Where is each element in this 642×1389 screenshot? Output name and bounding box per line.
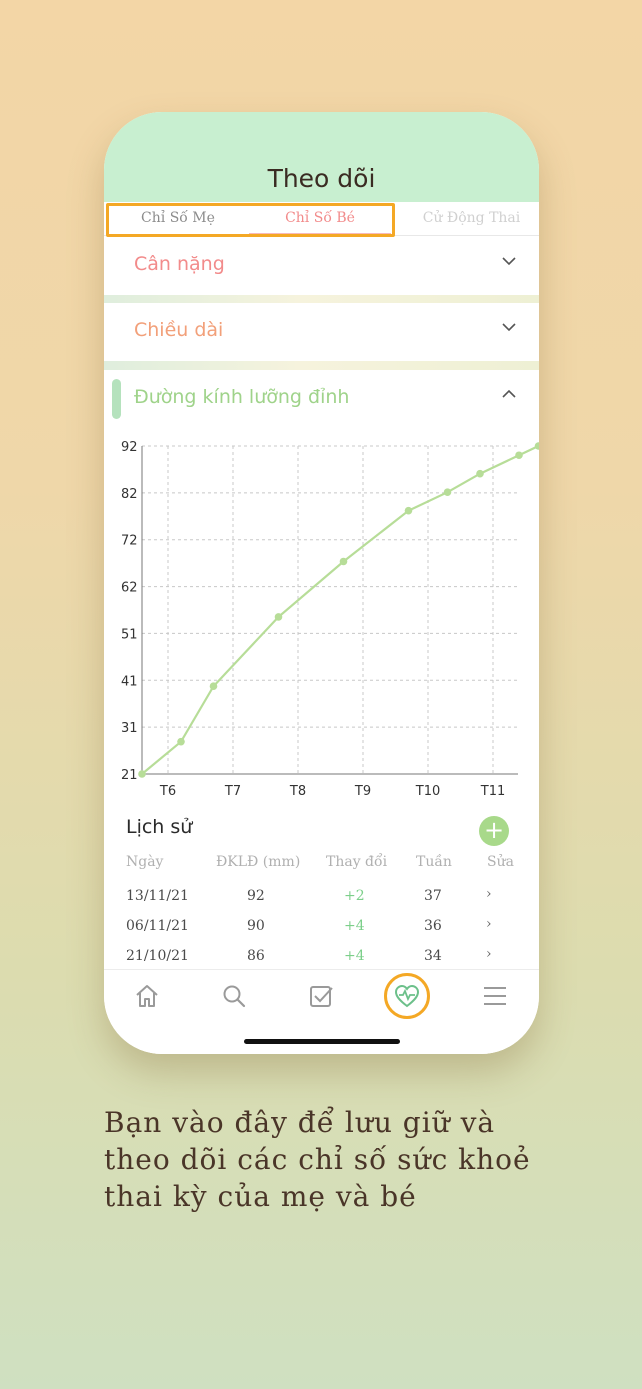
tab-highlight-frame: [106, 203, 395, 237]
col-change-header: Thay đổi: [326, 854, 388, 870]
data-point: [138, 770, 146, 778]
section-weight[interactable]: Cân nặng: [104, 237, 539, 295]
y-tick-label: 21: [121, 768, 138, 783]
menu-icon[interactable]: [481, 982, 509, 1010]
series-line: [141, 445, 539, 775]
add-record-button[interactable]: +: [479, 816, 509, 846]
bpd-chart: 21 31 41 51 62 72 82 92 T6 T7 T8 T9 T10 T11: [121, 440, 539, 799]
row-week: 37: [424, 888, 442, 904]
tab-fetal-movement[interactable]: Cử Động Thai: [404, 202, 539, 236]
app-header: Theo dõi: [104, 112, 539, 204]
history-table-header: Ngày ĐKLĐ (mm) Thay đổi Tuần Sửa: [104, 854, 539, 878]
chevron-down-icon[interactable]: [501, 253, 517, 269]
chevron-right-icon[interactable]: ›: [486, 946, 492, 962]
x-tick-label: T9: [354, 784, 371, 799]
col-value-header: ĐKLĐ (mm): [216, 854, 301, 870]
home-icon[interactable]: [133, 982, 161, 1010]
data-point: [476, 469, 484, 478]
data-point: [274, 613, 283, 621]
history-title: Lịch sử: [126, 816, 193, 838]
home-indicator: [244, 1039, 400, 1044]
search-icon[interactable]: [220, 982, 248, 1010]
y-tick-label: 62: [121, 581, 138, 596]
row-value: 90: [247, 918, 265, 934]
y-tick-label: 31: [121, 721, 138, 736]
data-point: [443, 488, 452, 496]
row-change: +4: [344, 918, 365, 934]
chevron-right-icon[interactable]: ›: [486, 886, 492, 902]
data-point: [339, 557, 348, 566]
section-active-indicator: [112, 379, 121, 419]
x-tick-label: T6: [159, 784, 176, 799]
section-weight-label: Cân nặng: [134, 253, 225, 275]
x-tick-label: T11: [480, 784, 505, 799]
row-date: 13/11/21: [126, 888, 189, 904]
row-week: 36: [424, 918, 442, 934]
data-point: [177, 737, 185, 746]
section-bpd[interactable]: Đường kính lưỡng đỉnh: [104, 370, 539, 428]
checkbox-icon[interactable]: [307, 982, 335, 1010]
col-edit-header: Sửa: [487, 854, 514, 870]
chevron-right-icon[interactable]: ›: [486, 916, 492, 932]
y-tick-label: 92: [121, 440, 138, 455]
col-date-header: Ngày: [126, 854, 164, 870]
x-tick-label: T10: [415, 784, 440, 799]
section-length[interactable]: Chiều dài: [104, 303, 539, 361]
table-row[interactable]: 06/11/21 90 +4 36 ›: [104, 916, 539, 942]
row-value: 86: [247, 948, 265, 964]
row-change: +4: [344, 948, 365, 964]
col-week-header: Tuần: [416, 854, 452, 870]
table-row[interactable]: 13/11/21 92 +2 37 ›: [104, 886, 539, 912]
data-point: [404, 506, 413, 515]
row-change: +2: [344, 888, 365, 904]
caption-text: Bạn vào đây để lưu giữ và theo dõi các c…: [104, 1106, 531, 1213]
x-tick-label: T8: [289, 784, 306, 799]
chevron-down-icon[interactable]: [501, 319, 517, 335]
page-title: Theo dõi: [267, 164, 376, 193]
heart-pulse-icon[interactable]: [393, 982, 421, 1010]
y-tick-label: 41: [121, 674, 138, 689]
phone-screen: Theo dõi Chỉ Số Mẹ Chỉ Số Bé Cử Động Tha…: [104, 112, 539, 1054]
x-tick-label: T7: [224, 784, 241, 799]
row-week: 34: [424, 948, 442, 964]
y-tick-label: 72: [121, 534, 138, 549]
chevron-up-icon[interactable]: [501, 386, 517, 402]
row-date: 06/11/21: [126, 918, 189, 934]
y-tick-label: 82: [121, 487, 138, 502]
section-bpd-label: Đường kính lưỡng đỉnh: [134, 386, 350, 408]
section-length-label: Chiều dài: [134, 319, 224, 341]
data-point: [209, 682, 218, 691]
row-date: 21/10/21: [126, 948, 189, 964]
data-point: [515, 451, 523, 460]
y-tick-label: 51: [121, 627, 138, 642]
row-value: 92: [247, 888, 265, 904]
